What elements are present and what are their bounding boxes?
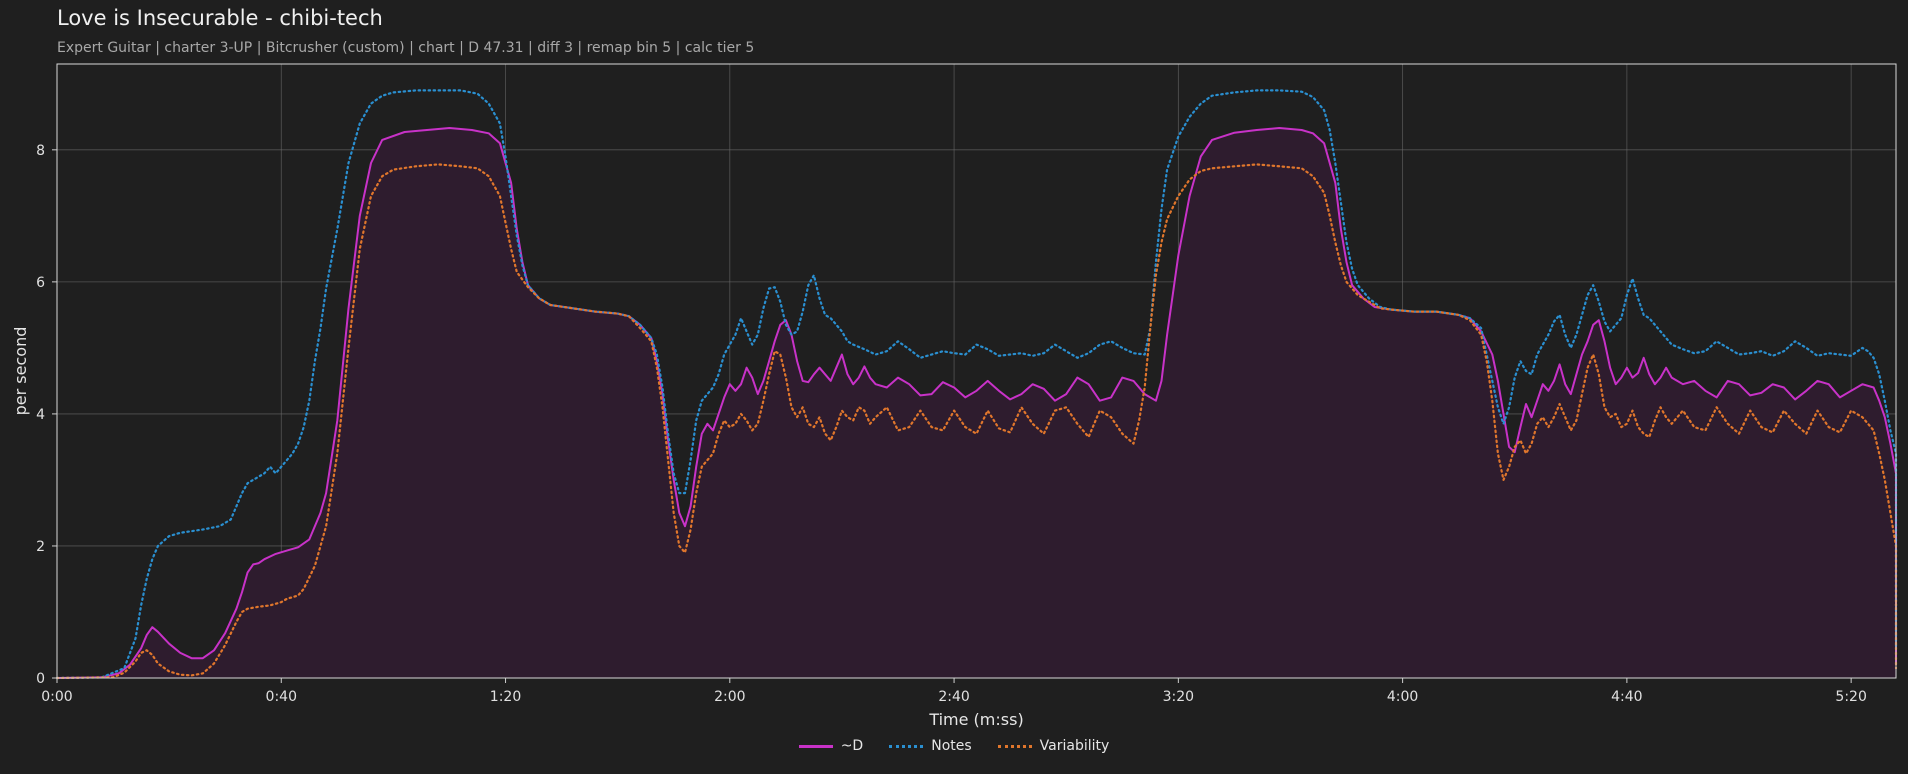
legend-item-variability: Variability xyxy=(997,738,1110,754)
y-tick-label: 6 xyxy=(36,275,45,291)
line-chart: 0:00 0:40 1:20 2:00 2:40 3:20 4:00 4:40 5:20 0 2 4 6… xyxy=(11,63,1898,729)
legend-label-notes: Notes xyxy=(931,738,972,754)
x-tick-label: 4:40 xyxy=(1611,689,1642,705)
x-tick-label: 4:00 xyxy=(1387,689,1418,705)
y-tick-label: 2 xyxy=(36,539,45,555)
x-tick-label: 1:20 xyxy=(490,689,521,705)
y-axis-label: per second xyxy=(11,327,30,416)
x-tick-label: 2:00 xyxy=(714,689,745,705)
x-axis-label: Time (m:ss) xyxy=(928,710,1023,729)
legend-swatch-variability xyxy=(997,744,1032,748)
x-tick-label: 3:20 xyxy=(1163,689,1194,705)
y-tick-label: 8 xyxy=(36,143,45,159)
y-tick-label: 0 xyxy=(36,671,45,687)
area-fill xyxy=(57,128,1896,678)
legend-swatch-d xyxy=(798,744,833,748)
x-tick-label: 5:20 xyxy=(1835,689,1866,705)
legend-label-variability: Variability xyxy=(1039,738,1110,754)
x-tick-label: 0:00 xyxy=(41,689,72,705)
legend-label-d: ~D xyxy=(840,738,864,754)
x-tick-label: 2:40 xyxy=(938,689,969,705)
legend: ~D Notes Variability xyxy=(0,738,1908,754)
legend-item-notes: Notes xyxy=(889,738,972,754)
legend-swatch-notes xyxy=(889,744,924,748)
series-fill-d xyxy=(57,128,1896,678)
x-tick-label: 0:40 xyxy=(266,689,297,705)
y-tick-label: 4 xyxy=(36,407,45,423)
legend-item-d: ~D xyxy=(798,738,864,754)
